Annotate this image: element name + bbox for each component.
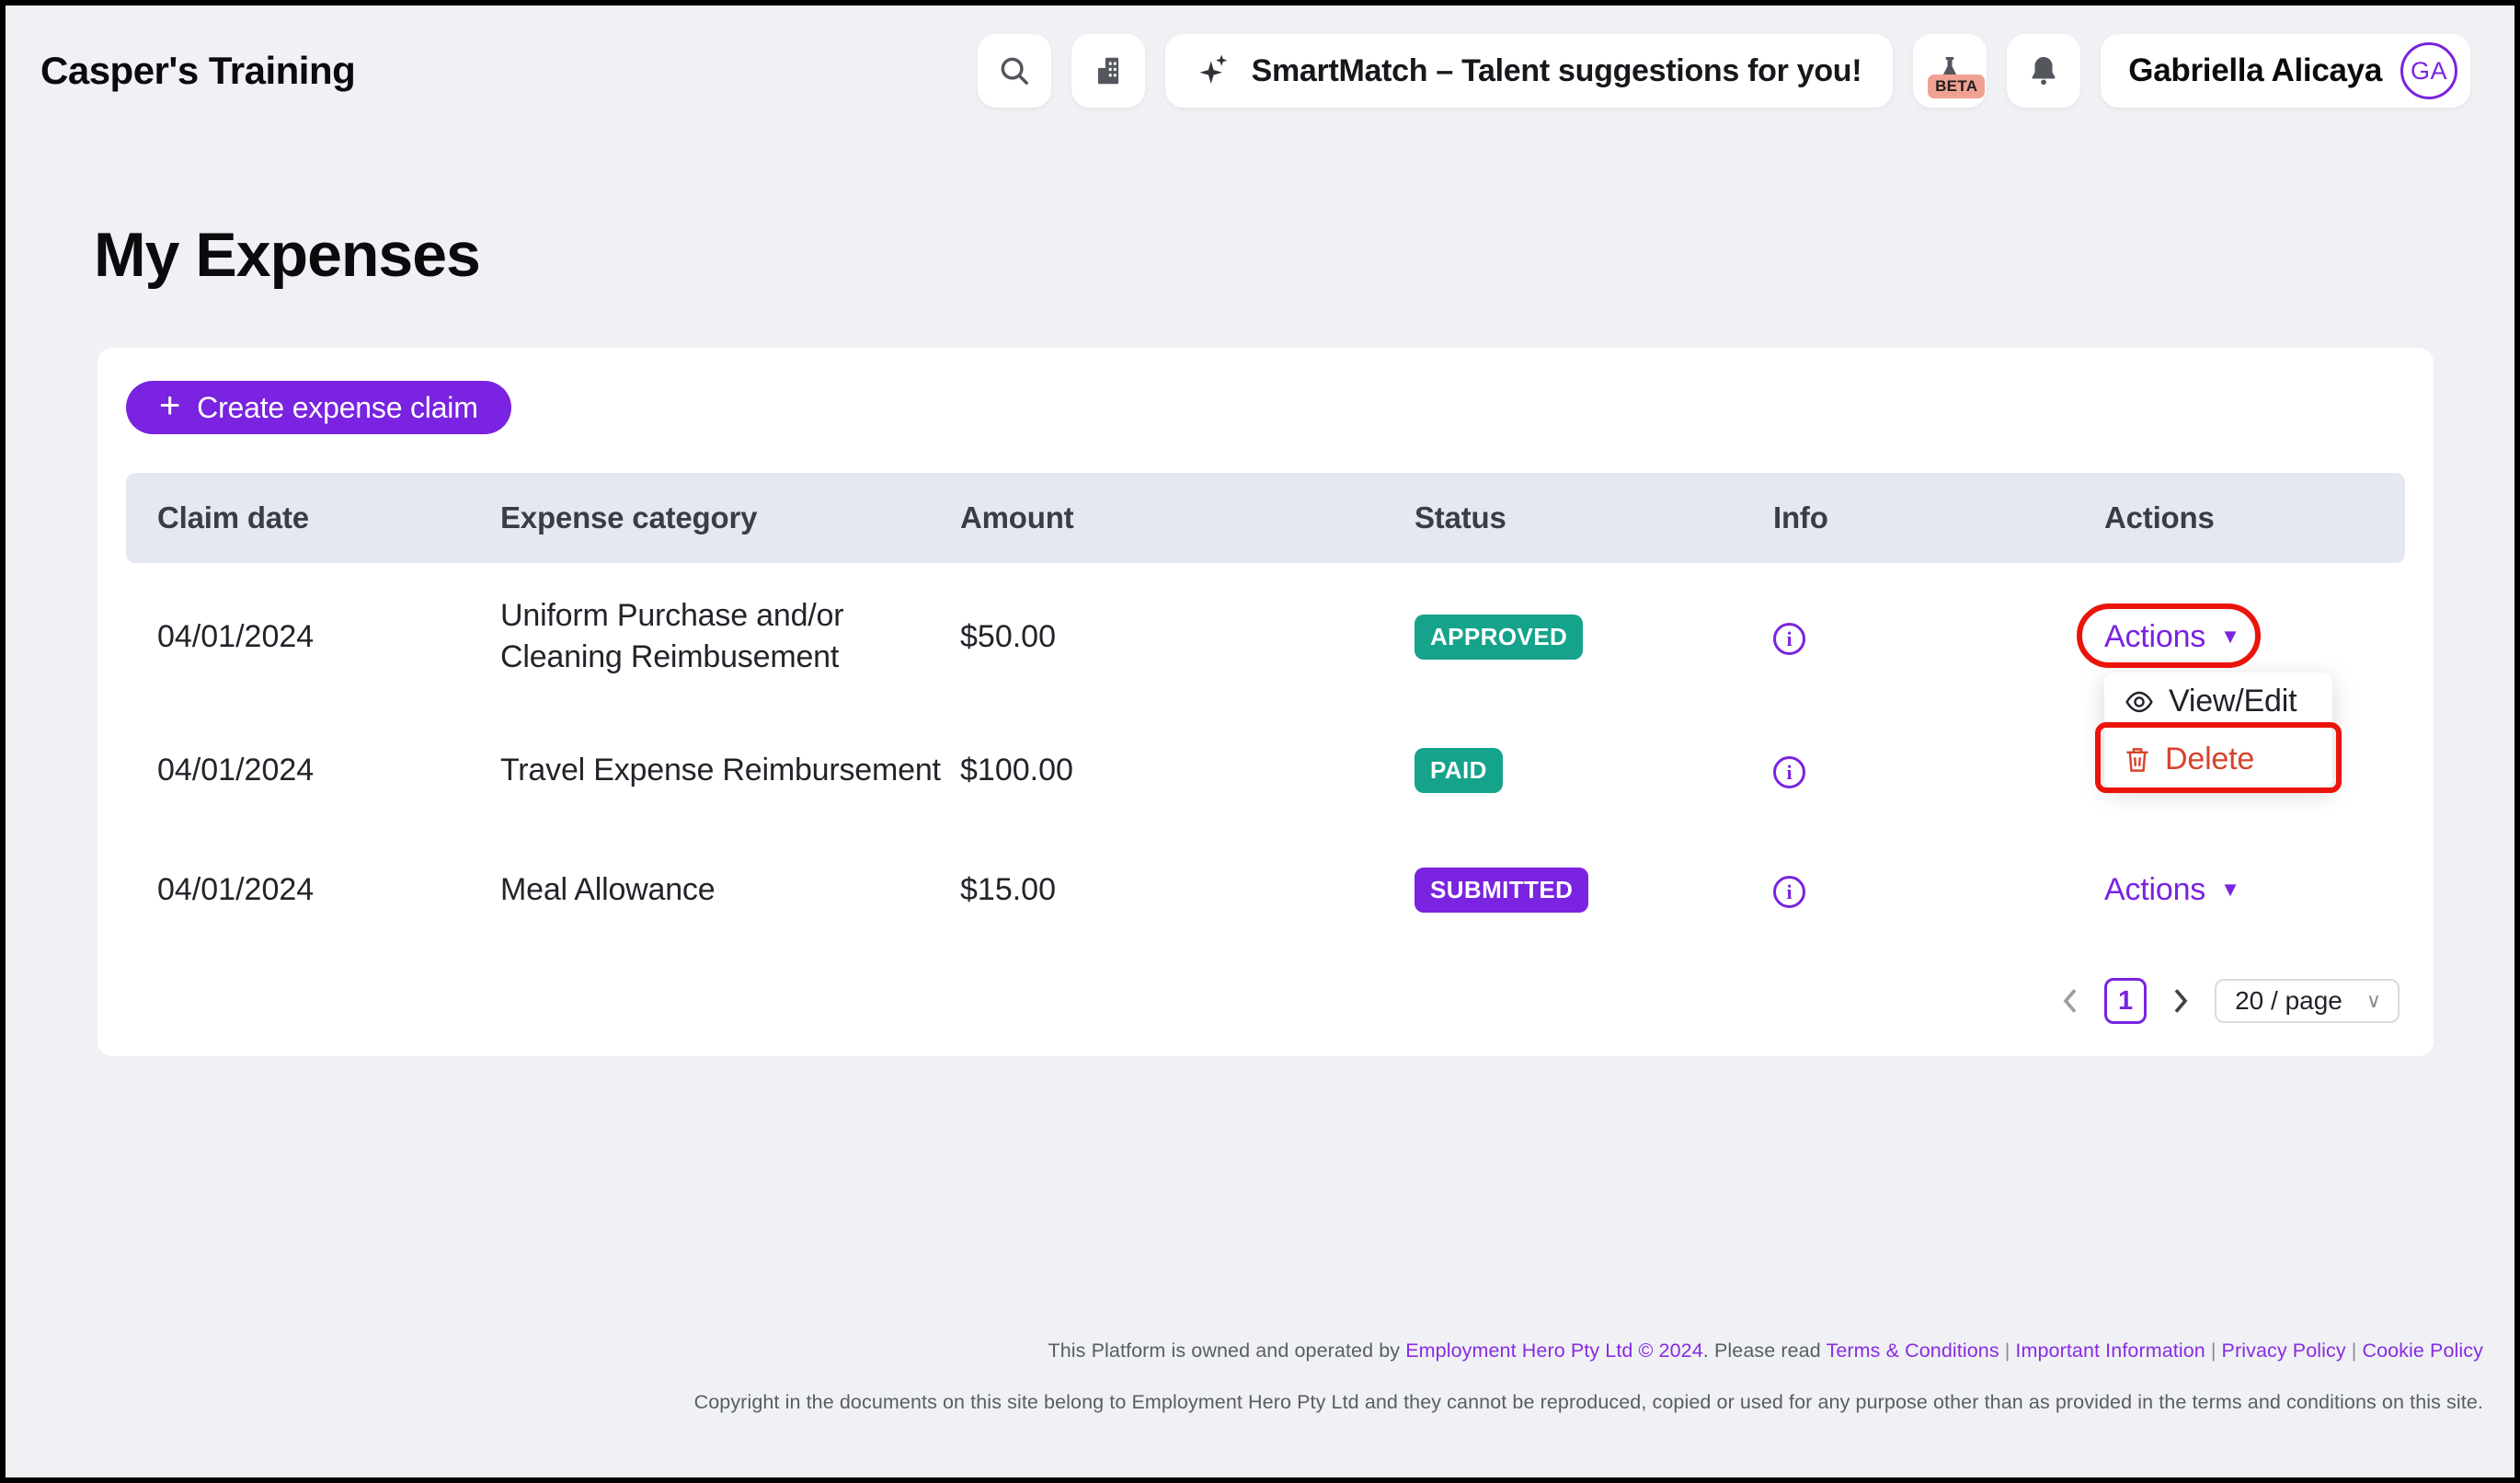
info-icon[interactable]: i bbox=[1773, 623, 1805, 655]
expenses-card: + Create expense claim Claim date Expens… bbox=[97, 348, 2434, 1056]
info-icon[interactable]: i bbox=[1773, 876, 1805, 908]
amount-value: $100.00 bbox=[960, 753, 1415, 788]
create-expense-claim-button[interactable]: + Create expense claim bbox=[126, 381, 511, 434]
chevron-down-icon: ∨ bbox=[2366, 989, 2381, 1013]
footer: This Platform is owned and operated by E… bbox=[6, 1339, 2514, 1414]
column-header-info: Info bbox=[1773, 500, 2104, 535]
footer-link-terms[interactable]: Terms & Conditions bbox=[1826, 1339, 1999, 1362]
expense-category-value: Meal Allowance bbox=[500, 869, 942, 911]
page-number-button[interactable]: 1 bbox=[2104, 978, 2147, 1024]
table-row: 04/01/2024 Travel Expense Reimbursement … bbox=[126, 710, 2405, 830]
smartmatch-label: SmartMatch – Talent suggestions for you! bbox=[1252, 53, 1862, 89]
expenses-table: Claim date Expense category Amount Statu… bbox=[126, 473, 2405, 949]
topbar-actions: SmartMatch – Talent suggestions for you!… bbox=[978, 34, 2470, 108]
claim-date-value: 04/01/2024 bbox=[126, 619, 500, 655]
page-size-value: 20 / page bbox=[2235, 986, 2342, 1016]
bell-icon bbox=[2026, 53, 2061, 88]
chevron-down-icon: ▼ bbox=[2220, 625, 2240, 649]
status-badge: SUBMITTED bbox=[1415, 868, 1588, 913]
status-badge: APPROVED bbox=[1415, 615, 1583, 660]
amount-value: $15.00 bbox=[960, 872, 1415, 908]
view-edit-label: View/Edit bbox=[2169, 684, 2297, 719]
create-expense-claim-label: Create expense claim bbox=[197, 391, 478, 425]
info-icon[interactable]: i bbox=[1773, 756, 1805, 788]
actions-dropdown-trigger[interactable]: Actions ▼ bbox=[2104, 872, 2240, 908]
footer-separator: | bbox=[1999, 1339, 2016, 1362]
user-name: Gabriella Alicaya bbox=[2128, 52, 2382, 89]
building-icon bbox=[1091, 53, 1126, 88]
app-window: { "app": { "name": "Casper's Training" }… bbox=[0, 0, 2520, 1483]
table-row: 04/01/2024 Meal Allowance $15.00 SUBMITT… bbox=[126, 830, 2405, 949]
menu-item-view-edit[interactable]: View/Edit bbox=[2104, 673, 2332, 730]
footer-copyright-line: Copyright in the documents on this site … bbox=[6, 1391, 2483, 1414]
actions-dropdown-menu: View/Edit Delete bbox=[2104, 673, 2332, 788]
plus-icon: + bbox=[159, 387, 180, 424]
column-header-amount: Amount bbox=[960, 500, 1415, 535]
footer-link-cookie-policy[interactable]: Cookie Policy bbox=[2362, 1339, 2483, 1362]
column-header-status: Status bbox=[1415, 500, 1773, 535]
amount-value: $50.00 bbox=[960, 619, 1415, 655]
beta-features-button[interactable]: BETA bbox=[1913, 34, 1987, 108]
trash-icon bbox=[2125, 746, 2150, 774]
footer-mid: . Please read bbox=[1703, 1339, 1827, 1362]
expense-category-value: Uniform Purchase and/or Cleaning Reimbus… bbox=[500, 595, 942, 678]
footer-separator: | bbox=[2205, 1339, 2222, 1362]
next-page-button[interactable] bbox=[2171, 987, 2191, 1015]
search-button[interactable] bbox=[978, 34, 1051, 108]
column-header-actions: Actions bbox=[2104, 500, 2405, 535]
previous-page-button[interactable] bbox=[2060, 987, 2080, 1015]
footer-link-employment-hero[interactable]: Employment Hero Pty Ltd © 2024 bbox=[1405, 1339, 1703, 1362]
organisation-button[interactable] bbox=[1071, 34, 1145, 108]
table-header-row: Claim date Expense category Amount Statu… bbox=[126, 473, 2405, 563]
delete-label: Delete bbox=[2165, 742, 2254, 777]
footer-prefix: This Platform is owned and operated by bbox=[1048, 1339, 1405, 1362]
sparkles-icon bbox=[1197, 52, 1235, 90]
notifications-button[interactable] bbox=[2007, 34, 2080, 108]
column-header-claim-date: Claim date bbox=[126, 500, 500, 535]
page-size-select[interactable]: 20 / page ∨ bbox=[2215, 979, 2400, 1023]
topbar: Casper's Training bbox=[6, 6, 2514, 136]
actions-label: Actions bbox=[2104, 619, 2205, 655]
pagination: 1 20 / page ∨ bbox=[126, 973, 2405, 1029]
eye-icon bbox=[2125, 691, 2154, 713]
user-menu-button[interactable]: Gabriella Alicaya GA bbox=[2101, 34, 2470, 108]
claim-date-value: 04/01/2024 bbox=[126, 753, 500, 788]
menu-item-delete[interactable]: Delete bbox=[2104, 730, 2332, 788]
column-header-expense-category: Expense category bbox=[500, 500, 960, 535]
search-icon bbox=[997, 53, 1032, 88]
footer-link-privacy-policy[interactable]: Privacy Policy bbox=[2222, 1339, 2346, 1362]
org-logo-text[interactable]: Casper's Training bbox=[40, 49, 355, 93]
footer-link-important-information[interactable]: Important Information bbox=[2015, 1339, 2205, 1362]
status-badge: PAID bbox=[1415, 748, 1503, 793]
actions-label: Actions bbox=[2104, 872, 2205, 908]
user-avatar: GA bbox=[2400, 42, 2457, 99]
footer-separator: | bbox=[2346, 1339, 2363, 1362]
claim-date-value: 04/01/2024 bbox=[126, 872, 500, 908]
expense-category-value: Travel Expense Reimbursement bbox=[500, 750, 942, 791]
beta-badge: BETA bbox=[1928, 75, 1985, 98]
actions-dropdown-trigger[interactable]: Actions ▼ bbox=[2104, 619, 2240, 655]
footer-legal-line: This Platform is owned and operated by E… bbox=[6, 1339, 2483, 1362]
page-title: My Expenses bbox=[94, 219, 2514, 291]
table-row: 04/01/2024 Uniform Purchase and/or Clean… bbox=[126, 563, 2405, 710]
chevron-down-icon: ▼ bbox=[2220, 878, 2240, 902]
smartmatch-banner-button[interactable]: SmartMatch – Talent suggestions for you! bbox=[1165, 34, 1894, 108]
